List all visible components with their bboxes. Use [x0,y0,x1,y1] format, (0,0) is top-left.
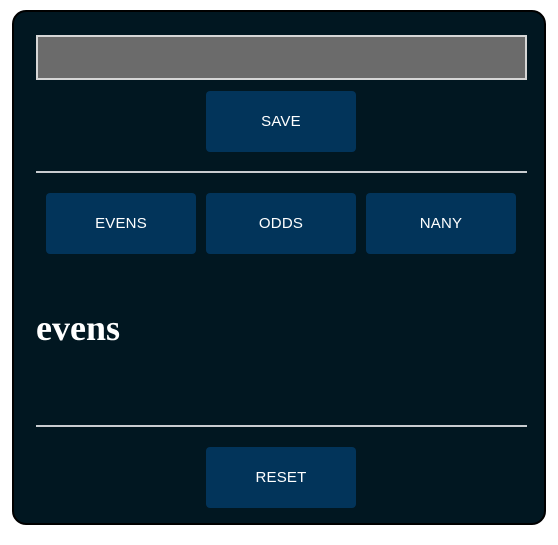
nany-button[interactable]: NANY [366,193,516,254]
odds-button[interactable]: ODDS [206,193,356,254]
bottom-divider [36,425,527,427]
number-input[interactable] [36,35,527,80]
app-panel: SAVE EVENS ODDS NANY evens RESET [12,10,546,525]
evens-button[interactable]: EVENS [46,193,196,254]
top-divider [36,171,527,173]
result-heading: evens [36,308,120,348]
reset-button[interactable]: RESET [206,447,356,508]
save-button[interactable]: SAVE [206,91,356,152]
